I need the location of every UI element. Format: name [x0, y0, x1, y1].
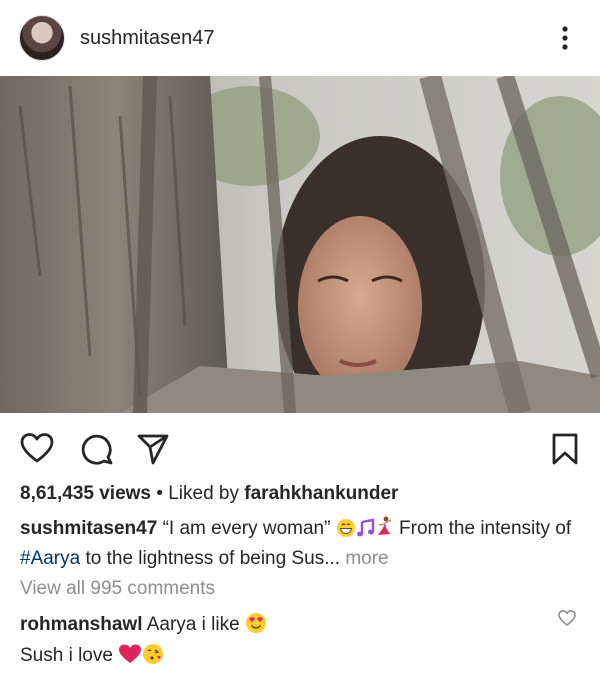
- view-all-comments-link[interactable]: View all 995 comments: [20, 578, 215, 600]
- views-count[interactable]: 8,61,435 views: [20, 483, 151, 504]
- post-header: sushmitasen47: [0, 0, 600, 76]
- speech-bubble-icon[interactable]: [80, 432, 114, 466]
- caption-text-part: From the intensity of: [399, 518, 572, 539]
- liked-by-username[interactable]: farahkhankunder: [244, 483, 398, 504]
- red-heart-emoji-icon: [119, 644, 142, 663]
- music-notes-emoji-icon: [356, 518, 374, 537]
- action-bar: [0, 413, 600, 483]
- caption-hashtag[interactable]: #Aarya: [20, 548, 80, 569]
- heart-eyes-emoji-icon: [245, 613, 266, 633]
- comment-text-line2: Sush i love: [20, 645, 113, 666]
- comment-like-heart-icon[interactable]: [557, 608, 577, 628]
- separator-dot: •: [156, 483, 163, 504]
- heart-outline-icon[interactable]: [20, 432, 54, 464]
- post-username[interactable]: sushmitasen47: [80, 27, 215, 50]
- comment-text-line1: Aarya i like: [146, 614, 240, 635]
- bookmark-icon[interactable]: [551, 432, 579, 466]
- post-image[interactable]: [0, 76, 600, 413]
- caption-username[interactable]: sushmitasen47: [20, 518, 157, 539]
- caption-quote: “I am every woman”: [162, 518, 331, 539]
- post-caption: sushmitasen47 “I am every woman” From th…: [20, 514, 580, 574]
- liked-by-label: Liked by: [168, 483, 239, 504]
- comment-item: rohmanshawl Aarya i like Sush i love: [20, 609, 550, 671]
- paper-plane-icon[interactable]: [136, 432, 170, 466]
- three-dots-vertical-icon[interactable]: [555, 24, 575, 54]
- caption-more-link[interactable]: more: [345, 548, 388, 569]
- comment-line-1: rohmanshawl Aarya i like: [20, 609, 550, 640]
- caption-text-end: to the lightness of being Sus...: [85, 548, 341, 569]
- post-photo-illustration: [0, 76, 600, 413]
- views-and-likes: 8,61,435 views • Liked by farahkhankunde…: [20, 483, 398, 505]
- avatar[interactable]: [19, 15, 65, 61]
- face-blowing-kiss-emoji-icon: [143, 644, 164, 664]
- dancer-emoji-icon: [377, 516, 392, 535]
- grinning-face-emoji-icon: [336, 519, 355, 537]
- comment-line-2: Sush i love: [20, 640, 550, 671]
- comment-username[interactable]: rohmanshawl: [20, 614, 142, 635]
